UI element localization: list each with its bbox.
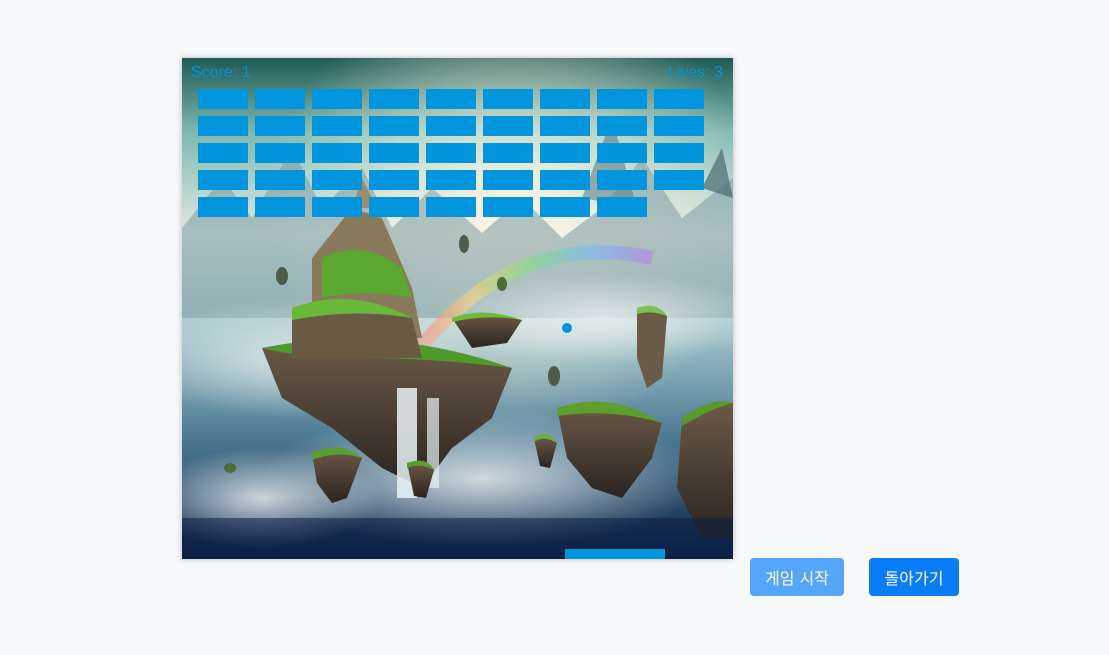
brick [198, 170, 248, 190]
brick [198, 89, 248, 109]
brick-grid [182, 58, 733, 559]
brick [255, 143, 305, 163]
brick [312, 143, 362, 163]
brick [369, 89, 419, 109]
brick [483, 197, 533, 217]
brick [540, 116, 590, 136]
brick [426, 143, 476, 163]
brick [654, 89, 704, 109]
brick [483, 170, 533, 190]
brick [597, 170, 647, 190]
start-game-button[interactable]: 게임 시작 [750, 558, 844, 596]
brick [255, 89, 305, 109]
back-button[interactable]: 돌아가기 [869, 558, 959, 596]
brick [255, 116, 305, 136]
brick [255, 170, 305, 190]
brick [540, 143, 590, 163]
ball [562, 323, 572, 333]
brick [597, 116, 647, 136]
brick [369, 116, 419, 136]
brick [597, 89, 647, 109]
brick [312, 170, 362, 190]
brick [483, 116, 533, 136]
brick [198, 116, 248, 136]
brick [312, 89, 362, 109]
brick [369, 197, 419, 217]
brick [312, 197, 362, 217]
brick [654, 116, 704, 136]
game-canvas[interactable]: Score: 1 Lives: 3 [182, 58, 733, 559]
brick [483, 143, 533, 163]
brick [540, 197, 590, 217]
brick [483, 89, 533, 109]
paddle[interactable] [565, 549, 665, 559]
brick [369, 143, 419, 163]
brick [597, 143, 647, 163]
brick [198, 143, 248, 163]
brick [654, 143, 704, 163]
brick [312, 116, 362, 136]
brick [426, 170, 476, 190]
page: Score: 1 Lives: 3 게임 시작 돌아가기 [0, 0, 1109, 655]
brick [426, 197, 476, 217]
brick [540, 170, 590, 190]
brick [369, 170, 419, 190]
brick [426, 116, 476, 136]
brick [255, 197, 305, 217]
brick [426, 89, 476, 109]
brick [540, 89, 590, 109]
brick [597, 197, 647, 217]
brick [198, 197, 248, 217]
brick [654, 170, 704, 190]
